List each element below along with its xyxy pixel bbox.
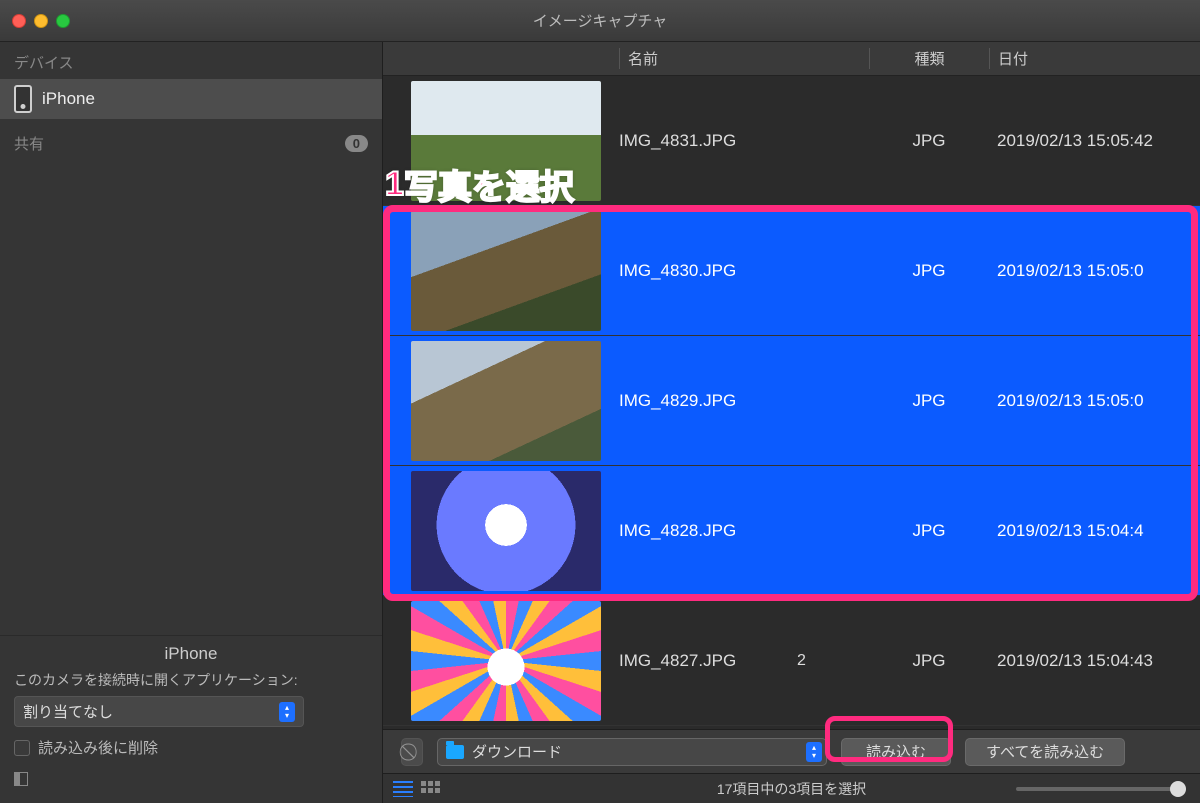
list-view-icon[interactable] — [393, 781, 413, 797]
share-count-badge: 0 — [345, 135, 368, 152]
col-date[interactable]: 日付 — [989, 48, 1200, 69]
col-kind[interactable]: 種類 — [869, 48, 989, 69]
thumbnail — [411, 81, 601, 201]
import-all-button-label: すべてを読み込む — [986, 741, 1104, 762]
sidebar-device-iphone[interactable]: iPhone — [0, 79, 382, 119]
device-label: iPhone — [42, 89, 95, 109]
prohibit-button[interactable]: ⃠ — [401, 738, 423, 766]
file-list: IMG_4831.JPGJPG2019/02/13 15:05:42IMG_48… — [383, 76, 1200, 729]
cell-date: 2019/02/13 15:05:0 — [989, 391, 1200, 411]
import-all-button[interactable]: すべてを読み込む — [965, 738, 1125, 766]
status-text: 17項目中の3項目を選択 — [717, 779, 866, 799]
table-row[interactable]: IMG_4830.JPGJPG2019/02/13 15:05:0 — [383, 206, 1200, 336]
col-name[interactable]: 名前 — [619, 48, 869, 69]
destination-select[interactable]: ダウンロード — [437, 738, 827, 766]
cell-date: 2019/02/13 15:04:43 — [989, 651, 1200, 671]
window-controls — [12, 14, 70, 28]
delete-after-import-label: 読み込み後に削除 — [38, 737, 158, 758]
open-app-select[interactable]: 割り当てなし — [14, 696, 304, 727]
table-row[interactable]: IMG_4828.JPGJPG2019/02/13 15:04:4 — [383, 466, 1200, 596]
thumbnail — [411, 601, 601, 721]
phone-icon — [14, 85, 32, 113]
destination-value: ダウンロード — [472, 741, 798, 762]
window-title: イメージキャプチャ — [533, 10, 668, 31]
content-area: 名前 種類 日付 IMG_4831.JPGJPG2019/02/13 15:05… — [383, 42, 1200, 803]
cell-kind: JPG — [869, 261, 989, 281]
selection-indicator — [383, 336, 403, 465]
cell-name: IMG_4830.JPG — [619, 261, 869, 281]
cell-date: 2019/02/13 15:05:42 — [989, 131, 1200, 151]
panel-toggle-icon[interactable] — [14, 772, 28, 786]
cell-name: IMG_4829.JPG — [619, 391, 869, 411]
import-button-label: 読み込む — [866, 741, 926, 762]
thumbnail-size-slider[interactable] — [1016, 787, 1186, 791]
cell-name: IMG_4827.JPG — [619, 651, 869, 671]
stepper-icon — [279, 702, 295, 722]
cell-kind: JPG — [869, 391, 989, 411]
sidebar: デバイス iPhone 共有 0 iPhone このカメラを接続時に開くアプリケ… — [0, 42, 383, 803]
close-icon[interactable] — [12, 14, 26, 28]
delete-after-import-row[interactable]: 読み込み後に削除 — [14, 737, 368, 758]
open-app-label: このカメラを接続時に開くアプリケーション: — [14, 670, 368, 690]
folder-icon — [446, 745, 464, 759]
sidebar-share-row[interactable]: 共有 0 — [0, 127, 382, 160]
cell-kind: JPG — [869, 131, 989, 151]
table-row[interactable]: IMG_4827.JPGJPG2019/02/13 15:04:43 — [383, 596, 1200, 726]
bottom-toolbar: ⃠ ダウンロード 読み込む すべてを読み込む — [383, 729, 1200, 773]
thumbnail — [411, 471, 601, 591]
cell-date: 2019/02/13 15:05:0 — [989, 261, 1200, 281]
cell-name: IMG_4828.JPG — [619, 521, 869, 541]
selection-indicator — [383, 206, 403, 335]
cell-kind: JPG — [869, 521, 989, 541]
open-app-value: 割り当てなし — [23, 701, 113, 722]
column-headers: 名前 種類 日付 — [383, 42, 1200, 76]
status-bar: 17項目中の3項目を選択 — [383, 773, 1200, 803]
selection-indicator — [383, 466, 403, 595]
minimize-icon[interactable] — [34, 14, 48, 28]
sidebar-share-header: 共有 — [14, 133, 44, 154]
window-titlebar: イメージキャプチャ — [0, 0, 1200, 42]
checkbox-icon[interactable] — [14, 740, 30, 756]
stepper-icon — [806, 742, 822, 762]
device-title: iPhone — [14, 644, 368, 670]
sidebar-devices-header: デバイス — [0, 42, 382, 79]
sidebar-bottom-panel: iPhone このカメラを接続時に開くアプリケーション: 割り当てなし 読み込み… — [0, 635, 382, 803]
table-row[interactable]: IMG_4829.JPGJPG2019/02/13 15:05:0 — [383, 336, 1200, 466]
view-toggle[interactable] — [393, 781, 441, 797]
import-button[interactable]: 読み込む — [841, 738, 951, 766]
cell-name: IMG_4831.JPG — [619, 131, 869, 151]
thumbnail — [411, 341, 601, 461]
table-row[interactable]: IMG_4831.JPGJPG2019/02/13 15:05:42 — [383, 76, 1200, 206]
cell-date: 2019/02/13 15:04:4 — [989, 521, 1200, 541]
grid-view-icon[interactable] — [421, 781, 441, 797]
zoom-icon[interactable] — [56, 14, 70, 28]
cell-kind: JPG — [869, 651, 989, 671]
thumbnail — [411, 211, 601, 331]
